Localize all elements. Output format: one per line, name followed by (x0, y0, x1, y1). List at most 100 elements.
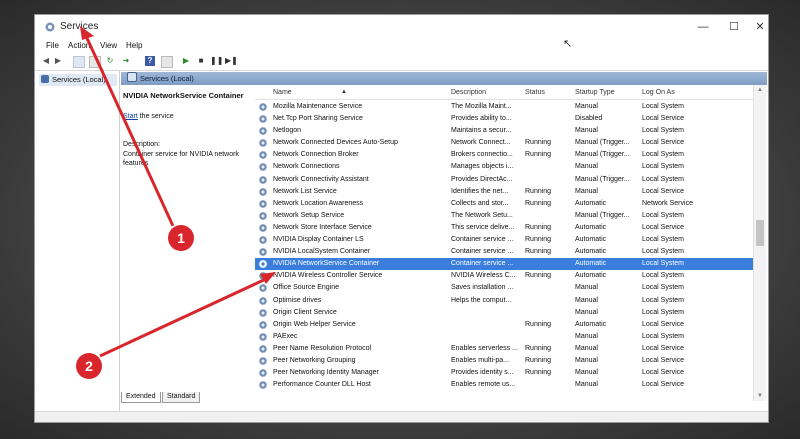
service-status: Running (525, 248, 552, 256)
service-name: Origin Client Service (273, 308, 337, 316)
view-icon[interactable] (161, 56, 173, 68)
menu-action[interactable]: Action (68, 41, 90, 50)
menu-file[interactable]: File (46, 41, 59, 50)
title-bar: Services — ☐ ✕ (35, 15, 768, 39)
service-gear-icon (259, 272, 267, 281)
service-gear-icon (259, 284, 267, 293)
service-gear-icon (259, 308, 267, 317)
tab-extended[interactable]: Extended (121, 392, 161, 403)
service-status: Running (525, 272, 552, 280)
forward-icon[interactable]: ▶ (53, 56, 63, 66)
table-row[interactable]: Peer Networking Identity Manager Provides… (255, 367, 753, 379)
mouse-cursor-icon: ↖ (563, 38, 573, 50)
table-row[interactable]: Network Store Interface Service This serv… (255, 222, 753, 234)
service-log-on-as: Local System (642, 151, 685, 159)
services-node-icon (41, 75, 49, 83)
service-name: Network Store Interface Service (273, 223, 372, 231)
column-startup-type[interactable]: Startup Type (575, 89, 615, 96)
scroll-up-icon[interactable]: ▲ (754, 85, 766, 95)
properties-icon[interactable] (89, 56, 101, 68)
table-row[interactable]: Network Connected Devices Auto-Setup Netw… (255, 137, 753, 149)
table-row[interactable]: Network Location Awareness Collects and s… (255, 198, 753, 210)
table-row[interactable]: Mozilla Maintenance Service The Mozilla M… (255, 101, 753, 113)
sort-up-icon: ▲ (341, 89, 347, 95)
service-name: Netlogon (273, 127, 302, 135)
service-description: Enables serverless ... (451, 344, 518, 352)
window-title: Services (60, 21, 99, 32)
service-log-on-as: Local System (642, 248, 685, 256)
table-row[interactable]: Network Connectivity Assistant Provides D… (255, 174, 753, 186)
table-row[interactable]: Netlogon Maintains a secur... Manual Local … (255, 125, 753, 137)
service-startup-type: Manual (575, 127, 598, 135)
service-startup-type: Automatic (575, 320, 607, 328)
service-name: Network Setup Service (273, 211, 345, 219)
services-window: Services — ☐ ✕ File Action View Help ◀ ▶… (34, 14, 769, 423)
service-status: Running (525, 187, 552, 195)
scroll-thumb[interactable] (756, 220, 764, 246)
service-log-on-as: Local System (642, 236, 685, 244)
table-row[interactable]: Network Connection Broker Brokers connect… (255, 149, 753, 161)
table-row[interactable]: Optimise drives Helps the comput... Manual… (255, 295, 753, 307)
service-name: PAExec (273, 332, 298, 340)
service-startup-type: Manual (575, 381, 598, 389)
service-log-on-as: Local System (642, 308, 685, 316)
start-service-icon[interactable]: ▶ (181, 56, 191, 66)
help-icon[interactable]: ? (145, 56, 155, 66)
table-row[interactable]: Origin Web Helper Service Running Automati… (255, 319, 753, 331)
table-row[interactable]: NVIDIA Wireless Controller Service NVIDIA… (255, 270, 753, 282)
service-name: NVIDIA NetworkService Container (273, 260, 380, 268)
table-row[interactable]: Peer Networking Grouping Enables multi-pa… (255, 355, 753, 367)
service-name: Peer Name Resolution Protocol (273, 344, 372, 352)
service-log-on-as: Local Service (642, 187, 685, 195)
service-name: Network Connected Devices Auto-Setup (273, 139, 398, 147)
service-status: Running (525, 344, 552, 352)
table-row[interactable]: Network List Service Identifies the net..… (255, 186, 753, 198)
service-startup-type: Automatic (575, 248, 607, 256)
minimize-button[interactable]: — (688, 19, 718, 35)
service-log-on-as: Local Service (642, 344, 685, 352)
vertical-scrollbar[interactable]: ▲ ▼ (753, 85, 766, 401)
service-log-on-as: Local System (642, 127, 685, 135)
table-row[interactable]: Peer Name Resolution Protocol Enables ser… (255, 343, 753, 355)
service-gear-icon (259, 332, 267, 341)
service-startup-type: Manual (Trigger... (575, 211, 630, 219)
close-button[interactable]: ✕ (745, 19, 768, 35)
service-startup-type: Manual (Trigger... (575, 139, 630, 147)
service-description: Enables multi-pa... (451, 356, 509, 364)
table-row[interactable]: NVIDIA LocalSystem Container Container se… (255, 246, 753, 258)
export-icon[interactable]: ➜ (121, 56, 131, 66)
back-icon[interactable]: ◀ (41, 56, 51, 66)
menu-view[interactable]: View (100, 41, 117, 50)
pause-service-icon[interactable]: ❚❚ (210, 56, 223, 66)
console-tree-icon[interactable] (73, 56, 85, 68)
table-row[interactable]: Net.Tcp Port Sharing Service Provides abi… (255, 113, 753, 125)
column-name[interactable]: Name (273, 89, 292, 96)
service-status: Running (525, 151, 552, 159)
table-row[interactable]: Performance Counter DLL Host Enables remo… (255, 379, 753, 391)
column-log-on-as[interactable]: Log On As (642, 89, 675, 96)
menu-help[interactable]: Help (126, 41, 142, 50)
start-service-link[interactable]: Start (123, 113, 138, 120)
table-row[interactable]: Origin Client Service Manual Local System (255, 307, 753, 319)
scroll-down-icon[interactable]: ▼ (754, 391, 766, 401)
stop-service-icon[interactable]: ■ (196, 56, 206, 66)
table-row[interactable]: Network Setup Service The Network Setu...… (255, 210, 753, 222)
table-row[interactable]: PAExec Manual Local System (255, 331, 753, 343)
column-description[interactable]: Description (451, 89, 486, 96)
restart-service-icon[interactable]: ▶❚ (225, 56, 238, 66)
refresh-icon[interactable]: ↻ (105, 56, 115, 66)
service-startup-type: Automatic (575, 223, 607, 231)
service-log-on-as: Local System (642, 175, 685, 183)
table-row[interactable]: NVIDIA NetworkService Container Container… (255, 258, 753, 271)
service-gear-icon (259, 139, 267, 148)
tab-standard[interactable]: Standard (162, 392, 201, 403)
table-row[interactable]: Office Source Engine Saves installation .… (255, 282, 753, 294)
service-status: Running (525, 199, 552, 207)
table-row[interactable]: NVIDIA Display Container LS Container ser… (255, 234, 753, 246)
column-status[interactable]: Status (525, 89, 545, 96)
tree-node-services-local[interactable]: Services (Local) (39, 74, 117, 86)
table-row[interactable]: Network Connections Manages objects i... M… (255, 161, 753, 173)
service-gear-icon (259, 115, 267, 124)
start-service-suffix: the service (137, 113, 174, 120)
service-name: NVIDIA Display Container LS (273, 236, 364, 244)
